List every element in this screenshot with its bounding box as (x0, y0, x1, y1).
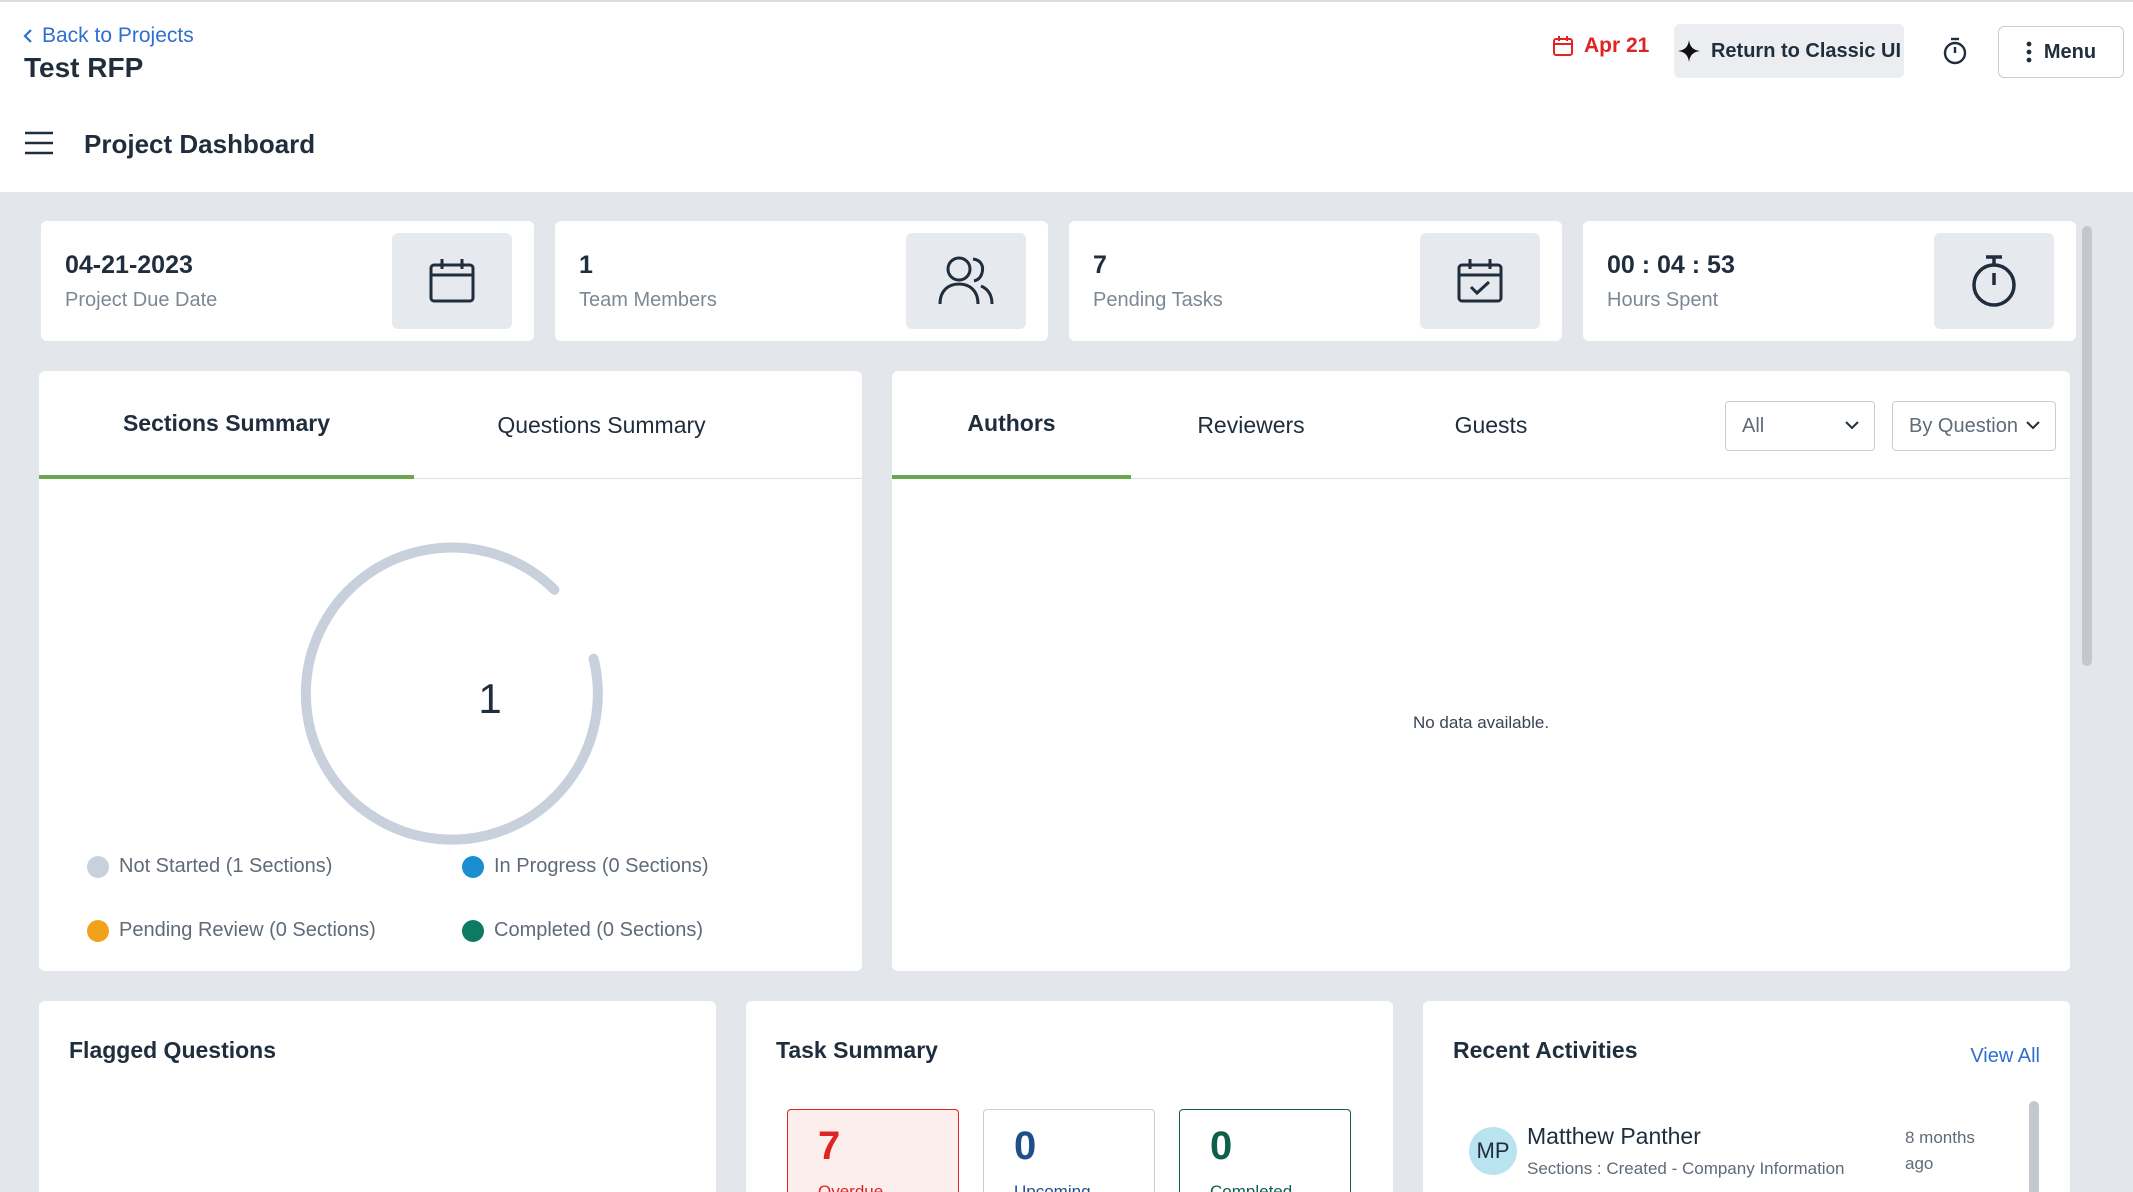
task-count: 0 (1014, 1124, 1037, 1168)
stat-value: 7 (1093, 251, 1107, 279)
page-scrollbar[interactable] (2082, 226, 2092, 666)
stat-card-team-members: 1 Team Members (555, 221, 1048, 341)
sparkle-icon (1677, 40, 1700, 62)
users-icon (938, 256, 994, 305)
stat-card-pending-tasks: 7 Pending Tasks (1069, 221, 1562, 341)
legend-dot (462, 855, 484, 878)
stat-value: 1 (579, 251, 593, 279)
group-select-value: By Question (1909, 414, 2018, 437)
empty-state-text: No data available. (1412, 713, 1550, 732)
stat-value: 00 : 04 : 53 (1607, 251, 1735, 279)
back-to-projects-link[interactable]: Back to Projects (22, 24, 194, 48)
stat-icon-box (906, 233, 1026, 329)
task-summary-title: Task Summary (776, 1037, 938, 1063)
avatar: MP (1469, 1127, 1517, 1175)
flagged-questions-title: Flagged Questions (69, 1037, 277, 1063)
stat-icon-box (392, 233, 512, 329)
classic-button-label: Return to Classic UI (1710, 39, 1902, 62)
tab-guests[interactable]: Guests (1371, 371, 1611, 479)
task-box-completed[interactable]: 0 Completed (1179, 1109, 1351, 1192)
legend-label: In Progress (0 Sections) (494, 855, 709, 877)
activity-description: Sections : Created - Company Information (1527, 1159, 1845, 1178)
calendar-icon (429, 259, 475, 303)
tab-questions-summary[interactable]: Questions Summary (414, 371, 789, 479)
legend-dot (87, 919, 109, 942)
tab-sections-summary[interactable]: Sections Summary (39, 371, 414, 479)
page-title: Project Dashboard (84, 129, 316, 159)
chevron-down-icon (2026, 421, 2040, 430)
project-title: Test RFP (24, 52, 144, 83)
more-vertical-icon (2026, 41, 2032, 63)
donut-ring (300, 542, 603, 845)
activity-time: 8 months ago (1905, 1128, 1975, 1173)
legend-dot (462, 919, 484, 942)
timer-icon[interactable] (1940, 36, 1970, 66)
activities-scrollbar[interactable] (2029, 1101, 2039, 1192)
summary-tabs: Sections Summary Questions Summary (39, 371, 862, 479)
calendar-check-icon (1457, 259, 1503, 303)
return-to-classic-ui-button[interactable]: Return to Classic UI (1674, 24, 1904, 78)
dashboard-subheader: Project Dashboard (0, 97, 2133, 192)
view-all-link[interactable]: View All (1970, 1045, 2040, 1068)
legend-pending-review: Pending Review (0 Sections) (87, 919, 376, 942)
stat-card-due-date: 04-21-2023 Project Due Date (41, 221, 534, 341)
legend-label: Not Started (1 Sections) (119, 855, 333, 877)
activity-user-name: Matthew Panther (1527, 1123, 1701, 1149)
stat-icon-box (1934, 233, 2054, 329)
stat-card-hours-spent: 00 : 04 : 53 Hours Spent (1583, 221, 2076, 341)
stat-value: 04-21-2023 (65, 251, 193, 279)
legend-not-started: Not Started (1 Sections) (87, 855, 332, 878)
stat-label: Team Members (579, 289, 717, 311)
chevron-down-icon (1845, 421, 1859, 430)
stat-label: Hours Spent (1607, 289, 1719, 311)
group-by-select[interactable]: By Question (1892, 401, 2056, 451)
recent-activities-title: Recent Activities (1453, 1037, 1638, 1063)
stat-label: Pending Tasks (1093, 289, 1223, 311)
task-count: 7 (818, 1124, 841, 1168)
recent-activities-panel: Recent Activities View All MP Matthew Pa… (1423, 1001, 2070, 1192)
legend-dot (87, 855, 109, 878)
legend-completed: Completed (0 Sections) (462, 919, 703, 942)
task-label: Upcoming (1014, 1182, 1091, 1192)
donut-center-value: 1 (478, 675, 501, 722)
top-header: Back to Projects Test RFP Apr 21 Return … (0, 0, 2133, 97)
due-date-label: Apr 21 (1584, 34, 1650, 57)
tab-reviewers[interactable]: Reviewers (1131, 371, 1371, 479)
task-label: Overdue (818, 1182, 884, 1192)
menu-button-label: Menu (2043, 40, 2097, 63)
calendar-icon (1553, 36, 1573, 56)
hamburger-menu-icon[interactable] (24, 131, 54, 155)
filter-select-value: All (1742, 414, 1765, 437)
legend-in-progress: In Progress (0 Sections) (462, 855, 709, 878)
chevron-left-icon (23, 29, 32, 43)
task-summary-panel: Task Summary 7 Overdue 0 Upcoming 0 Comp… (746, 1001, 1393, 1192)
task-label: Completed (1210, 1182, 1293, 1192)
task-box-upcoming[interactable]: 0 Upcoming (983, 1109, 1155, 1192)
legend-label: Completed (0 Sections) (494, 919, 703, 941)
due-date-chip[interactable]: Apr 21 (1552, 34, 1649, 58)
stat-icon-box (1420, 233, 1540, 329)
task-box-overdue[interactable]: 7 Overdue (787, 1109, 959, 1192)
sections-donut-chart: 1 (300, 542, 603, 845)
menu-button[interactable]: Menu (1998, 26, 2124, 78)
summary-panel: Sections Summary Questions Summary 1 Not… (39, 371, 862, 971)
team-panel: Authors Reviewers Guests All By Question… (892, 371, 2070, 971)
legend-label: Pending Review (0 Sections) (119, 919, 376, 941)
flagged-questions-panel: Flagged Questions (39, 1001, 716, 1192)
task-count: 0 (1210, 1124, 1233, 1168)
back-link-label: Back to Projects (42, 24, 194, 47)
stopwatch-icon (1972, 255, 2016, 307)
filter-select[interactable]: All (1725, 401, 1875, 451)
tab-authors[interactable]: Authors (892, 371, 1131, 479)
stat-label: Project Due Date (65, 289, 218, 311)
